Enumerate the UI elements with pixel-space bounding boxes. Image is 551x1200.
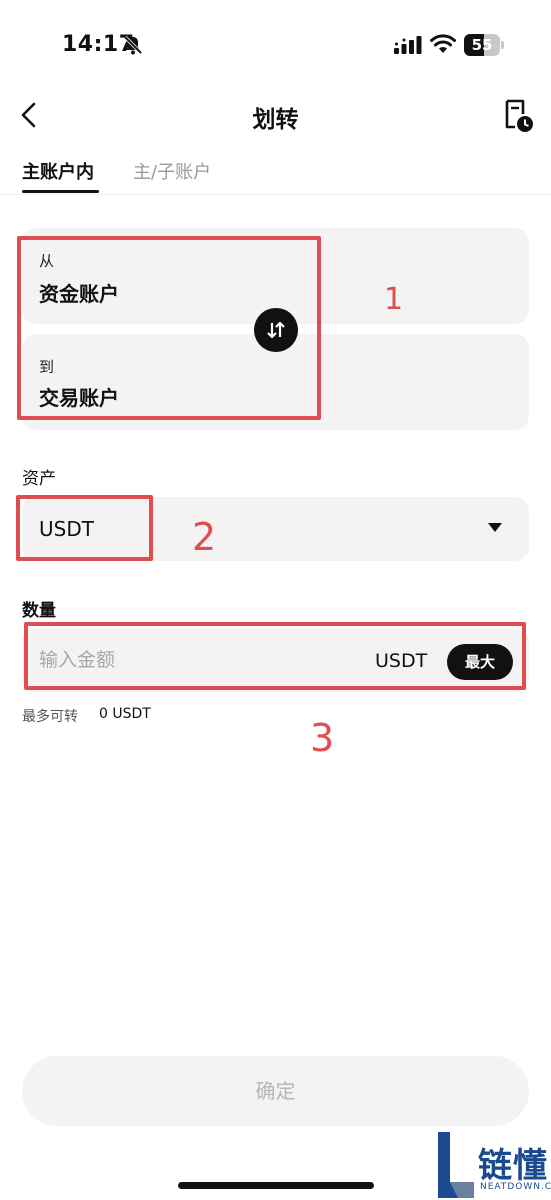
annotation-box-1 (17, 236, 321, 420)
annotation-number-3: 3 (310, 716, 335, 760)
annotation-number-2: 2 (192, 515, 217, 559)
annotation-box-3 (24, 622, 526, 690)
watermark-logo-icon (438, 1132, 474, 1198)
max-transfer-label: 最多可转 (22, 709, 78, 725)
divider (0, 194, 551, 195)
watermark: 链懂 NEATDOWN.COM (436, 1132, 551, 1198)
annotation-number-1: 1 (384, 282, 404, 317)
tab-active-indicator (22, 190, 99, 193)
watermark-text: 链懂 (478, 1146, 548, 1186)
page-title: 划转 (252, 107, 299, 133)
status-bar: 14:17 55 (0, 0, 551, 90)
max-transfer-value: 0 USDT (99, 706, 151, 722)
battery-level: 55 (471, 36, 493, 54)
confirm-button[interactable]: 确定 (22, 1056, 529, 1126)
tab-sub-account[interactable]: 主/子账户 (133, 158, 211, 184)
caret-down-icon (488, 523, 502, 532)
home-indicator (178, 1182, 374, 1189)
annotation-box-2 (16, 495, 153, 561)
amount-label: 数量 (22, 601, 56, 621)
wifi-icon (430, 34, 456, 53)
signal-icon (394, 36, 422, 54)
transfer-history-icon[interactable] (500, 98, 536, 134)
battery-icon: 55 (464, 34, 504, 56)
watermark-subtext: NEATDOWN.COM (480, 1182, 551, 1192)
tab-main-account[interactable]: 主账户内 (22, 158, 94, 184)
bell-slash-icon (123, 35, 143, 55)
asset-label: 资产 (22, 469, 56, 489)
